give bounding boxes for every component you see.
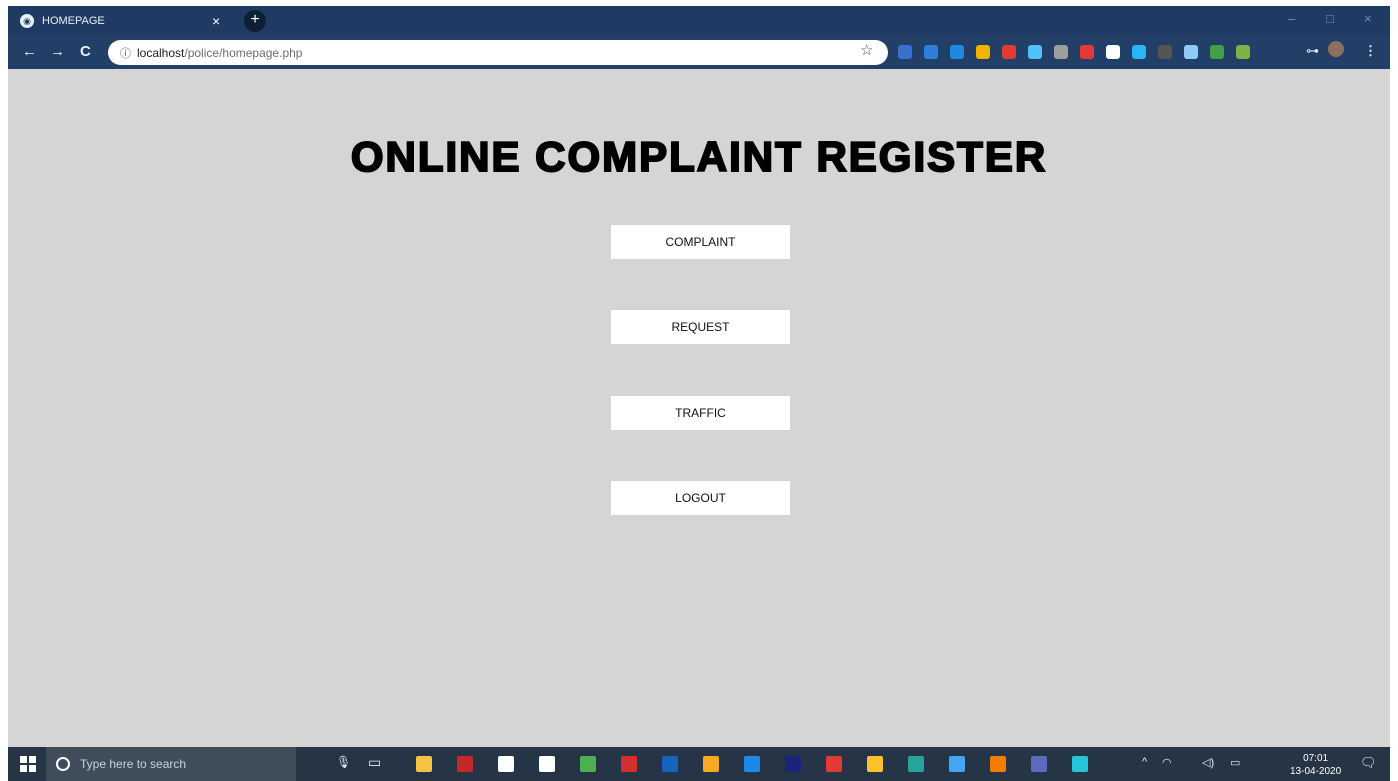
tray-chevron-icon[interactable]: ^ — [1142, 756, 1147, 768]
extension-icon[interactable] — [950, 45, 964, 59]
new-tab-button[interactable]: + — [244, 10, 266, 32]
page-title: ONLINE COMPLAINT REGISTER — [350, 132, 1048, 181]
battery-icon[interactable]: ▭ — [1230, 756, 1240, 769]
taskbar-app-icon[interactable] — [785, 756, 801, 772]
volume-icon[interactable]: ◁) — [1202, 756, 1214, 769]
page-body: ONLINE COMPLAINT REGISTER COMPLAINT REQU… — [8, 69, 1390, 747]
globe-icon: ◉ — [20, 14, 34, 28]
browser-menu-icon[interactable]: ⋮ — [1364, 43, 1377, 59]
extension-icon[interactable] — [1236, 45, 1250, 59]
key-icon[interactable]: ⊶ — [1306, 43, 1319, 59]
extension-icon[interactable] — [1158, 45, 1172, 59]
extension-icon[interactable] — [1080, 45, 1094, 59]
taskbar-app-icon[interactable] — [867, 756, 883, 772]
address-bar[interactable]: ⓘ localhost/police/homepage.php — [108, 40, 888, 65]
taskbar-app-icon[interactable] — [1072, 756, 1088, 772]
request-button[interactable]: REQUEST — [611, 310, 790, 344]
extension-icon[interactable] — [1106, 45, 1120, 59]
taskbar: Type here to search 🎙 ▭ ^ ◠ ◁) ▭ 07:01 1… — [8, 747, 1390, 781]
bookmark-star-icon[interactable]: ☆ — [860, 41, 873, 59]
taskbar-app-icon[interactable] — [703, 756, 719, 772]
minimize-button[interactable]: – — [1288, 11, 1295, 26]
extension-icon[interactable] — [1028, 45, 1042, 59]
clock-time: 07:01 — [1303, 753, 1329, 764]
taskbar-app-icon[interactable] — [539, 756, 555, 772]
extension-icon[interactable] — [1210, 45, 1224, 59]
url-host: localhost — [137, 45, 185, 60]
extension-icon[interactable] — [1132, 45, 1146, 59]
complaint-button[interactable]: COMPLAINT — [611, 225, 790, 259]
extension-icon[interactable] — [898, 45, 912, 59]
search-placeholder: Type here to search — [80, 757, 187, 771]
taskbar-app-icon[interactable] — [498, 756, 514, 772]
taskbar-app-icon[interactable] — [580, 756, 596, 772]
taskbar-app-icon[interactable] — [949, 756, 965, 772]
task-view-icon[interactable]: ▭ — [368, 754, 381, 771]
cortana-icon — [56, 757, 70, 771]
browser-tab-strip: ◉ HOMEPAGE × + – □ × — [8, 6, 1390, 36]
taskbar-app-icon[interactable] — [908, 756, 924, 772]
taskbar-app-icon[interactable] — [826, 756, 842, 772]
taskbar-app-icon[interactable] — [457, 756, 473, 772]
extension-icon[interactable] — [1002, 45, 1016, 59]
logout-button[interactable]: LOGOUT — [611, 481, 790, 515]
network-icon[interactable]: ◠ — [1162, 756, 1172, 769]
back-button[interactable]: ← — [22, 43, 37, 60]
notifications-icon[interactable]: 🗨 — [1360, 755, 1377, 771]
clock-date: 13-04-2020 — [1290, 766, 1342, 777]
extension-icon[interactable] — [1184, 45, 1198, 59]
taskbar-app-icon[interactable] — [416, 756, 432, 772]
taskbar-app-icon[interactable] — [1031, 756, 1047, 772]
tab-title: HOMEPAGE — [42, 15, 105, 27]
taskbar-app-icon[interactable] — [621, 756, 637, 772]
taskbar-search[interactable]: Type here to search — [46, 747, 296, 781]
traffic-button[interactable]: TRAFFIC — [611, 396, 790, 430]
taskbar-clock[interactable]: 07:01 13-04-2020 — [1290, 752, 1341, 778]
close-window-button[interactable]: × — [1364, 11, 1372, 26]
reload-button[interactable]: C — [80, 43, 91, 60]
profile-avatar[interactable] — [1328, 41, 1344, 57]
microphone-icon[interactable]: 🎙 — [336, 755, 351, 769]
taskbar-app-icon[interactable] — [662, 756, 678, 772]
windows-start-icon[interactable] — [20, 756, 36, 772]
extension-icon[interactable] — [924, 45, 938, 59]
taskbar-app-icon[interactable] — [744, 756, 760, 772]
taskbar-app-icon[interactable] — [990, 756, 1006, 772]
forward-button[interactable]: → — [50, 43, 65, 60]
extension-icon[interactable] — [1054, 45, 1068, 59]
tab-close-icon[interactable]: × — [212, 13, 220, 29]
extension-icon[interactable] — [976, 45, 990, 59]
browser-tab[interactable]: ◉ HOMEPAGE × — [8, 6, 238, 36]
url-path: /police/homepage.php — [184, 45, 303, 60]
browser-toolbar: ← → C ⓘ localhost/police/homepage.php ☆ … — [8, 36, 1390, 69]
maximize-button[interactable]: □ — [1326, 11, 1334, 26]
site-info-icon[interactable]: ⓘ — [120, 45, 131, 61]
